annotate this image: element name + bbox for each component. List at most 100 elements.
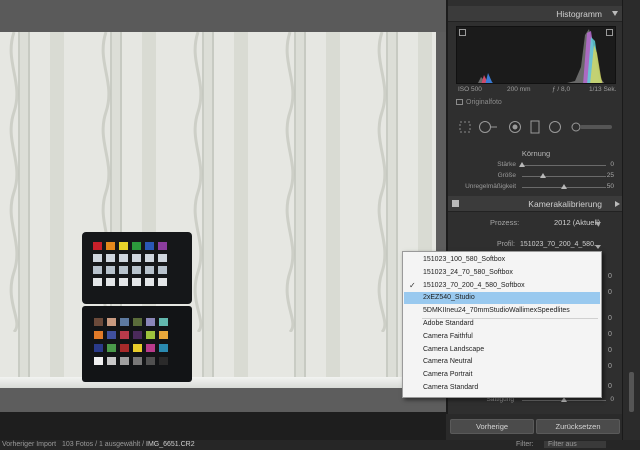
color-swatch (145, 278, 154, 286)
slider-knob[interactable] (519, 162, 525, 167)
slider-value[interactable]: 50 (607, 183, 614, 190)
profile-option-label: 151023_70_200_4_580_Softbox (423, 281, 525, 289)
focal-length-value: 200 mm (507, 86, 531, 93)
profile-option[interactable]: 151023_24_70_580_Softbox (404, 267, 600, 279)
red-eye-tool-icon[interactable] (508, 120, 522, 134)
calibration-value[interactable]: 0 (608, 383, 612, 390)
process-select[interactable]: Prozess: 2012 (Aktuell) (448, 216, 624, 230)
profile-option[interactable]: Camera Neutral (404, 356, 600, 368)
calibration-value[interactable]: 0 (608, 331, 612, 338)
profile-option[interactable]: 2xEZ540_Studio (404, 292, 600, 305)
profile-option-label: Camera Portrait (423, 371, 473, 379)
profile-option[interactable]: Camera Faithful (404, 331, 600, 343)
profile-option[interactable]: 5DMKIIneu24_70mmStudioWallimexSpeedlites (404, 305, 600, 317)
tool-strip (456, 116, 616, 138)
wallpaper-ornament (377, 32, 387, 332)
color-swatch (146, 357, 155, 365)
source-label[interactable]: Vorheriger Import (2, 441, 56, 448)
photo-preview[interactable] (0, 32, 436, 388)
grain-title: Körnung (521, 149, 551, 158)
collapse-triangle-icon[interactable] (612, 11, 618, 16)
color-swatch (159, 331, 168, 339)
panel-scrollbar[interactable] (622, 0, 640, 440)
slider-value[interactable]: 25 (607, 172, 614, 179)
filter-select[interactable]: Filter aus (544, 441, 606, 448)
color-swatch (120, 318, 129, 326)
collapse-triangle-icon[interactable] (615, 201, 620, 207)
profile-option[interactable]: Camera Landscape (404, 344, 600, 356)
profile-dropdown-menu[interactable]: 151023_100_580_Softbox 151023_24_70_580_S… (402, 251, 602, 398)
profile-option-label: Camera Landscape (423, 345, 485, 353)
profile-option-label: 5DMKIIneu24_70mmStudioWallimexSpeedlites (423, 307, 570, 315)
image-stage[interactable]: of (0, 0, 446, 412)
chevron-down-icon[interactable] (595, 245, 601, 249)
scrollbar-thumb[interactable] (629, 372, 634, 412)
crop-tool-icon[interactable] (458, 120, 472, 134)
color-swatch (158, 242, 167, 250)
shelf-surface (0, 377, 436, 388)
slider-label: Unregelmäßigkeit (465, 183, 516, 190)
saturation-value[interactable]: 0 (610, 396, 614, 403)
calibration-value[interactable]: 0 (608, 289, 612, 296)
calibration-value[interactable]: 0 (608, 363, 612, 370)
color-swatch (107, 318, 116, 326)
slider-knob[interactable] (561, 184, 567, 189)
color-swatch (93, 266, 102, 274)
color-swatch (146, 344, 155, 352)
histogram-graph[interactable] (456, 26, 616, 84)
profile-option[interactable]: 151023_100_580_Softbox (404, 254, 600, 266)
color-swatch (119, 254, 128, 262)
slider-knob[interactable] (540, 173, 546, 178)
histogram-curves (478, 29, 605, 83)
process-value[interactable]: 2012 (Aktuell) (554, 218, 600, 227)
panel-switch-icon[interactable] (452, 200, 459, 207)
calibration-value[interactable]: 0 (608, 273, 612, 280)
slider-track[interactable] (522, 165, 606, 166)
slider-track[interactable] (522, 176, 606, 177)
original-photo-label: Originalfoto (466, 99, 502, 106)
chevron-down-icon[interactable] (595, 222, 601, 226)
adjustment-brush-icon[interactable] (570, 120, 614, 134)
grain-roughness-slider[interactable]: Unregelmäßigkeit 50 (448, 182, 624, 192)
grain-size-slider[interactable]: Größe 25 (448, 171, 624, 181)
reset-button[interactable]: Zurücksetzen (536, 419, 620, 434)
grain-amount-slider[interactable]: Stärke 0 (448, 160, 624, 170)
profile-option-label: Adobe Standard (423, 320, 474, 327)
color-swatch (145, 266, 154, 274)
color-swatch (120, 344, 129, 352)
stage-top-bar (0, 0, 446, 32)
iso-value: ISO 500 (458, 86, 482, 93)
radial-filter-icon[interactable] (548, 120, 562, 134)
color-swatch (94, 318, 103, 326)
color-swatch (145, 254, 154, 262)
color-swatch (93, 278, 102, 286)
slider-value[interactable]: 0 (610, 161, 614, 168)
profile-option-label: Camera Standard (423, 384, 479, 391)
histogram-panel-header[interactable]: Histogramm (448, 6, 624, 22)
color-swatch (146, 331, 155, 339)
profile-option[interactable]: ✓ 151023_70_200_4_580_Softbox (404, 280, 600, 292)
calibration-value[interactable]: 0 (608, 347, 612, 354)
process-label: Prozess: (490, 218, 520, 227)
color-swatch (159, 344, 168, 352)
graduated-filter-icon[interactable] (530, 120, 540, 134)
profile-option[interactable]: Adobe Standard (404, 318, 600, 330)
profile-label: Profil: (497, 241, 515, 248)
previous-button[interactable]: Vorherige (450, 419, 534, 434)
color-swatch (119, 242, 128, 250)
original-photo-toggle[interactable]: Originalfoto (456, 99, 502, 106)
spot-removal-tool-icon[interactable] (476, 120, 498, 134)
color-swatch (106, 266, 115, 274)
calibration-value[interactable]: 0 (608, 315, 612, 322)
original-photo-checkbox-icon[interactable] (456, 99, 463, 106)
filename[interactable]: IMG_6651.CR2 (146, 441, 195, 448)
shutter-value: 1/13 Sek. (589, 86, 617, 93)
camera-calibration-header[interactable]: Kamerakalibrierung (448, 196, 624, 212)
profile-option[interactable]: Camera Standard (404, 382, 600, 394)
menu-separator (422, 317, 598, 319)
profile-option-label: Camera Faithful (423, 332, 473, 340)
profile-value[interactable]: 151023_70_200_4_580... (520, 241, 600, 248)
color-swatch (133, 344, 142, 352)
color-swatch (133, 318, 142, 326)
profile-option[interactable]: Camera Portrait (404, 369, 600, 381)
